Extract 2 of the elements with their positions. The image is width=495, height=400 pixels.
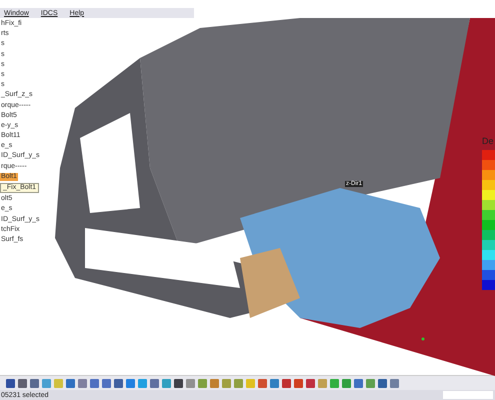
command-field[interactable] xyxy=(443,391,493,399)
legend-title: De xyxy=(482,136,495,146)
